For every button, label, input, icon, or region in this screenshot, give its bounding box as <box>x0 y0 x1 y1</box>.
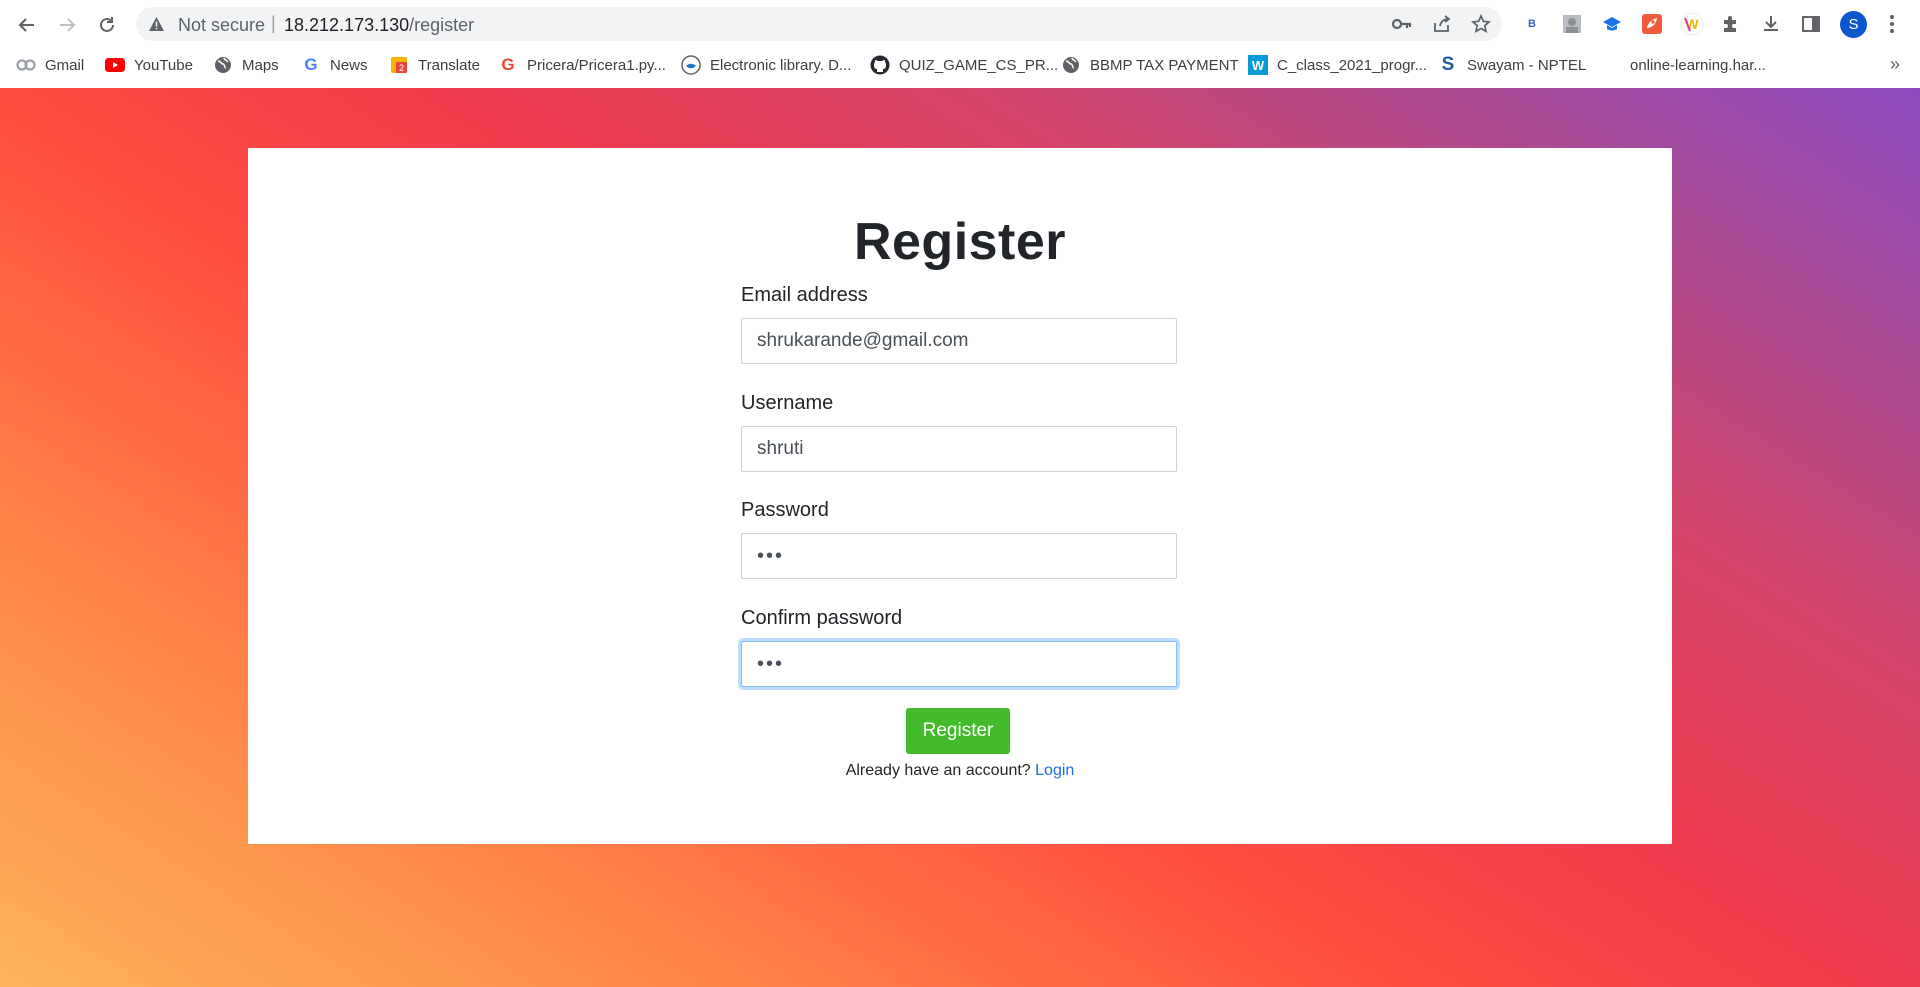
url-separator: | <box>271 13 276 33</box>
bookmark-news[interactable]: G News <box>301 49 367 81</box>
bookmark-youtube[interactable]: YouTube <box>105 49 193 81</box>
profile-photo-extension-icon[interactable] <box>1560 12 1584 36</box>
graduation-cap-icon[interactable] <box>1600 12 1624 36</box>
w-icon: W <box>1248 55 1268 75</box>
extension-b-icon[interactable]: B <box>1520 12 1544 36</box>
bookmarks-overflow-button[interactable]: » <box>1890 54 1900 75</box>
library-icon <box>681 55 701 75</box>
register-button[interactable]: Register <box>906 708 1010 754</box>
gmail-icon <box>16 55 36 75</box>
svg-text:W: W <box>1252 58 1265 73</box>
url-path: /register <box>409 15 475 35</box>
bookmark-pricera[interactable]: G Pricera/Pricera1.py... <box>498 49 666 81</box>
side-panel-icon[interactable] <box>1799 12 1823 36</box>
page-title: Register <box>853 213 1067 271</box>
github-icon <box>870 55 890 75</box>
login-link[interactable]: Login <box>1035 762 1074 779</box>
login-prompt: Already have an account? Login <box>741 762 1179 780</box>
password-label: Password <box>741 499 829 521</box>
google-icon: G <box>304 55 318 74</box>
url-text[interactable]: 18.212.173.130/register <box>284 15 474 36</box>
translate-icon: 2 <box>389 55 409 75</box>
url-host: 18.212.173.130 <box>284 15 410 35</box>
w-extension-icon[interactable]: W <box>1680 12 1704 36</box>
forward-icon[interactable] <box>53 11 81 39</box>
globe-icon <box>213 55 233 75</box>
swayam-icon: S <box>1441 54 1455 75</box>
globe-icon <box>1061 55 1081 75</box>
browser-toolbar: Not secure | 18.212.173.130/register B W… <box>0 0 1920 49</box>
username-field[interactable] <box>741 426 1177 472</box>
password-field[interactable] <box>741 533 1177 579</box>
rocket-extension-icon[interactable] <box>1640 12 1664 36</box>
register-card: Register Email address Username Password… <box>248 148 1672 844</box>
kebab-menu-icon[interactable] <box>1880 12 1904 36</box>
star-icon[interactable] <box>1471 14 1491 34</box>
reload-icon[interactable] <box>93 11 121 39</box>
youtube-icon <box>105 55 125 75</box>
security-label[interactable]: Not secure <box>178 15 265 36</box>
bookmark-maps[interactable]: Maps <box>213 49 279 81</box>
svg-text:2: 2 <box>399 63 404 73</box>
share-icon[interactable] <box>1432 14 1452 34</box>
confirm-password-label: Confirm password <box>741 607 903 629</box>
profile-avatar[interactable]: S <box>1840 11 1867 38</box>
bookmark-quiz-game[interactable]: QUIZ_GAME_CS_PR... <box>870 49 1058 81</box>
login-prompt-text: Already have an account? <box>845 762 1031 779</box>
puzzle-icon[interactable] <box>1719 12 1743 36</box>
google-icon: G <box>501 55 515 74</box>
address-bar[interactable]: Not secure | 18.212.173.130/register <box>136 7 1502 41</box>
bookmark-translate[interactable]: 2 Translate <box>389 49 480 81</box>
confirm-password-field[interactable] <box>741 641 1177 687</box>
bookmark-online-learning[interactable]: online-learning.har... <box>1630 49 1766 81</box>
bookmark-swayam[interactable]: S Swayam - NPTEL <box>1438 49 1587 81</box>
bookmarks-bar: Gmail YouTube Maps G News 2 Translate G … <box>0 49 1920 89</box>
username-label: Username <box>741 392 834 414</box>
bookmark-gmail[interactable]: Gmail <box>16 49 84 81</box>
download-icon[interactable] <box>1759 12 1783 36</box>
bookmark-electronic-library[interactable]: Electronic library. D... <box>681 49 851 81</box>
warning-icon[interactable] <box>148 16 165 32</box>
email-field[interactable] <box>741 318 1177 364</box>
page-background: Register Email address Username Password… <box>0 88 1920 987</box>
key-icon[interactable] <box>1392 14 1412 34</box>
email-label: Email address <box>741 284 868 306</box>
bookmark-c-class[interactable]: W C_class_2021_progr... <box>1248 49 1427 81</box>
bookmark-bbmp[interactable]: BBMP TAX PAYMENT <box>1061 49 1239 81</box>
back-icon[interactable] <box>13 11 41 39</box>
